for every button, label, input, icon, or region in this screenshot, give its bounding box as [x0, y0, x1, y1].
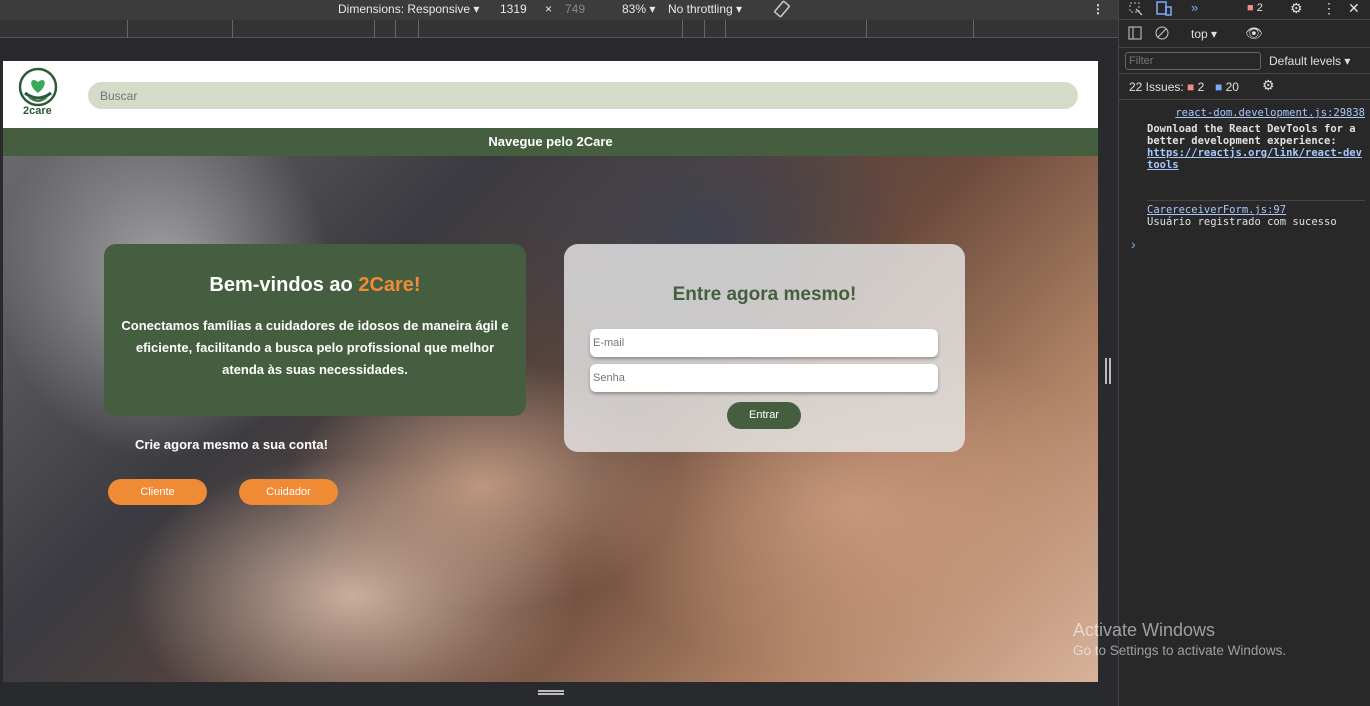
signup-prompt: Crie agora mesmo a sua conta! [135, 437, 328, 452]
login-card: Entre agora mesmo! Entrar [564, 244, 965, 452]
console-message: react-dom.development.js:29838 Download … [1147, 107, 1365, 171]
kebab-icon[interactable]: ⋮ [1322, 0, 1336, 17]
site-header: 2care [3, 61, 1098, 128]
client-button[interactable]: Cliente [108, 479, 207, 505]
email-field[interactable] [590, 329, 938, 357]
issues-row[interactable]: 22 Issues: ■ 2 ■ 20 ⚙ [1119, 74, 1370, 100]
issues-settings-icon[interactable]: ⚙ [1262, 77, 1275, 94]
login-button[interactable]: Entrar [727, 402, 801, 429]
settings-icon[interactable]: ⚙ [1290, 0, 1303, 17]
login-title: Entre agora mesmo! [672, 284, 857, 305]
times-icon: × [545, 2, 553, 16]
levels-dropdown[interactable]: Default levels ▾ [1269, 54, 1350, 68]
clear-console-icon[interactable] [1155, 26, 1169, 45]
devtools-panel: » ■ 2 ⚙ ⋮ ✕ top ▾ 👁 Default levels ▾ 22 … [1118, 0, 1370, 706]
nav-bar[interactable]: Navegue pelo 2Care [3, 128, 1098, 156]
logo-text: 2care [23, 105, 52, 117]
issues-error-count: ■ 2 [1187, 80, 1205, 94]
brand-name: 2Care! [358, 274, 421, 296]
issues-info-count: ■ 20 [1215, 80, 1239, 94]
more-options-icon[interactable]: ⋮ [1092, 2, 1104, 16]
devtools-tabbar: » ■ 2 ⚙ ⋮ ✕ [1119, 0, 1370, 20]
device-stage: 2care Navegue pelo 2Care Bem-vindos ao 2… [0, 38, 1118, 706]
dimensions-dropdown[interactable]: Dimensions: Responsive ▾ [338, 2, 479, 16]
devtools-link[interactable]: https://reactjs.org/link/react-devtools [1147, 147, 1365, 171]
source-link[interactable]: CarereceiverForm.js:97 [1147, 204, 1365, 216]
console-toolbar: top ▾ 👁 [1119, 20, 1370, 48]
inspect-icon[interactable] [1129, 2, 1143, 21]
close-icon[interactable]: ✕ [1348, 0, 1360, 17]
zoom-dropdown[interactable]: 83% ▾ [622, 2, 655, 16]
media-query-ruler [0, 20, 1118, 38]
console-prompt[interactable]: › [1131, 236, 1136, 252]
search-input[interactable] [88, 82, 1078, 109]
windows-watermark: Activate Windows Go to Settings to activ… [1073, 620, 1287, 658]
resize-handle-right[interactable] [1105, 358, 1111, 384]
filter-input[interactable] [1125, 52, 1261, 70]
password-field[interactable] [590, 364, 938, 392]
more-tabs-icon[interactable]: » [1191, 0, 1198, 15]
throttling-dropdown[interactable]: No throttling ▾ [668, 2, 742, 16]
welcome-description: Conectamos famílias a cuidadores de idos… [121, 318, 509, 377]
error-badge[interactable]: ■ 2 [1247, 2, 1263, 14]
device-toggle-icon[interactable] [1156, 1, 1172, 22]
filter-row: Default levels ▾ [1119, 48, 1370, 74]
device-toolbar: Dimensions: Responsive ▾ 1319 × 749 83% … [0, 0, 1118, 20]
eye-icon[interactable]: 👁 [1245, 25, 1263, 42]
welcome-title: Bem-vindos ao 2Care! [209, 274, 421, 296]
resize-handle-bottom[interactable] [538, 690, 564, 695]
hero-section: Bem-vindos ao 2Care! Conectamos famílias… [3, 156, 1098, 682]
caregiver-button[interactable]: Cuidador [239, 479, 338, 505]
console-message: CarereceiverForm.js:97 Usuário registrad… [1147, 200, 1365, 228]
height-input[interactable]: 749 [565, 2, 585, 16]
source-link[interactable]: react-dom.development.js:29838 [1147, 107, 1365, 119]
context-selector[interactable]: top ▾ [1191, 27, 1217, 41]
width-input[interactable]: 1319 [500, 2, 527, 16]
page-viewport: 2care Navegue pelo 2Care Bem-vindos ao 2… [3, 61, 1098, 682]
sidebar-toggle-icon[interactable] [1128, 26, 1142, 45]
welcome-card: Bem-vindos ao 2Care! Conectamos famílias… [104, 244, 526, 416]
rotate-icon[interactable] [773, 0, 791, 21]
